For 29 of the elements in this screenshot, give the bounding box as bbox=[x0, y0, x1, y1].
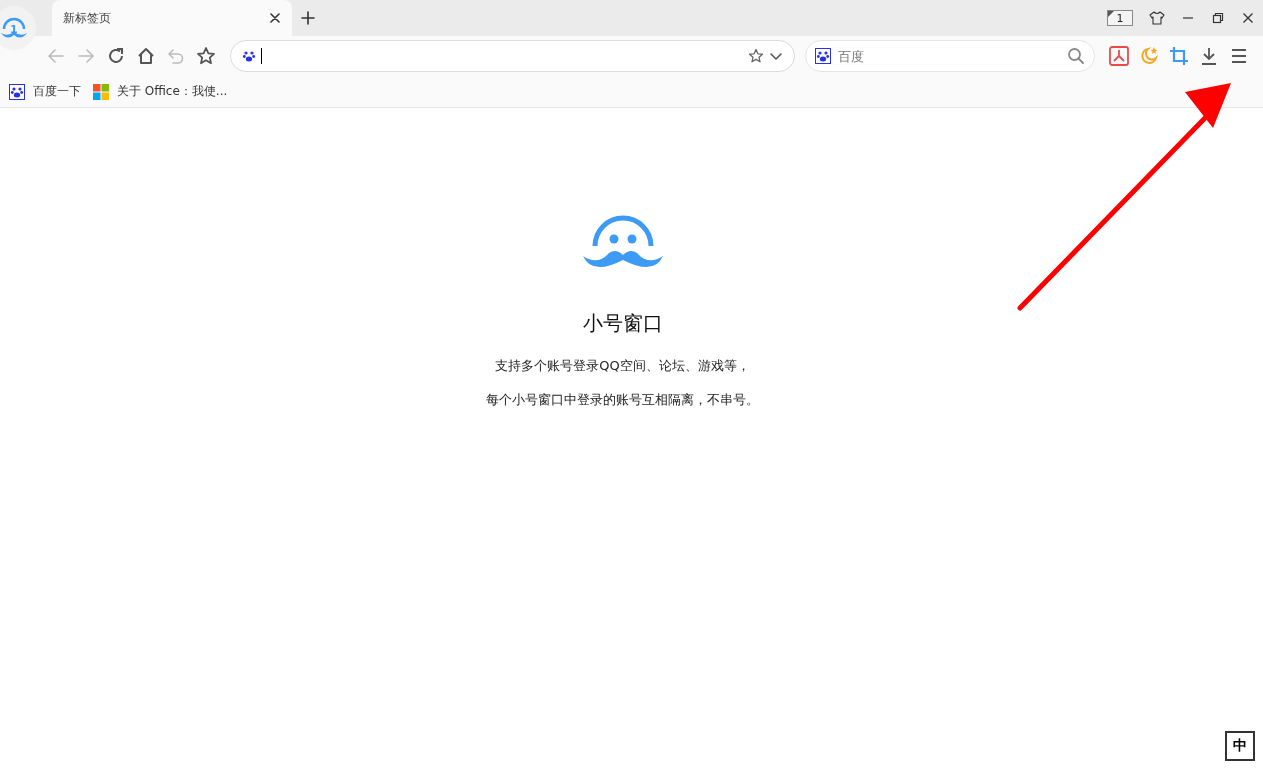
page-title: 小号窗口 bbox=[582, 310, 663, 337]
paw-icon bbox=[815, 48, 831, 64]
star-icon[interactable] bbox=[196, 46, 216, 66]
moon-star-icon[interactable] bbox=[1139, 46, 1159, 66]
paw-icon bbox=[9, 83, 25, 100]
star-icon[interactable] bbox=[748, 48, 764, 64]
restore-icon[interactable] bbox=[1211, 11, 1225, 25]
input-method-indicator[interactable]: 中 bbox=[1225, 731, 1255, 761]
shirt-icon[interactable] bbox=[1149, 10, 1165, 26]
crop-icon[interactable] bbox=[1169, 46, 1189, 66]
pdf-icon[interactable] bbox=[1109, 46, 1129, 66]
download-icon[interactable] bbox=[1199, 46, 1219, 66]
home-icon[interactable] bbox=[136, 46, 156, 66]
plus-icon[interactable] bbox=[301, 11, 315, 25]
browser-tab[interactable]: 新标签页 bbox=[52, 0, 292, 36]
reload-icon[interactable] bbox=[106, 46, 126, 66]
close-icon[interactable] bbox=[1241, 11, 1255, 25]
bookmark[interactable]: 关于 Office：我使... bbox=[93, 83, 228, 100]
windows-logo-icon bbox=[93, 83, 109, 100]
search-icon[interactable] bbox=[1067, 47, 1085, 65]
bookmark[interactable]: 百度一下 bbox=[9, 83, 81, 100]
window-count-badge[interactable]: 1 bbox=[1107, 10, 1133, 26]
profile-number: 1 bbox=[10, 23, 18, 36]
tab-title: 新标签页 bbox=[63, 9, 112, 27]
close-icon[interactable] bbox=[270, 13, 280, 23]
menu-icon[interactable] bbox=[1229, 46, 1249, 66]
description-text: 每个小号窗口中登录的账号互相隔离，不串号。 bbox=[486, 391, 759, 409]
description-text: 支持多个账号登录QQ空间、论坛、游戏等， bbox=[495, 357, 750, 375]
search-field[interactable]: 百度 bbox=[805, 40, 1095, 72]
